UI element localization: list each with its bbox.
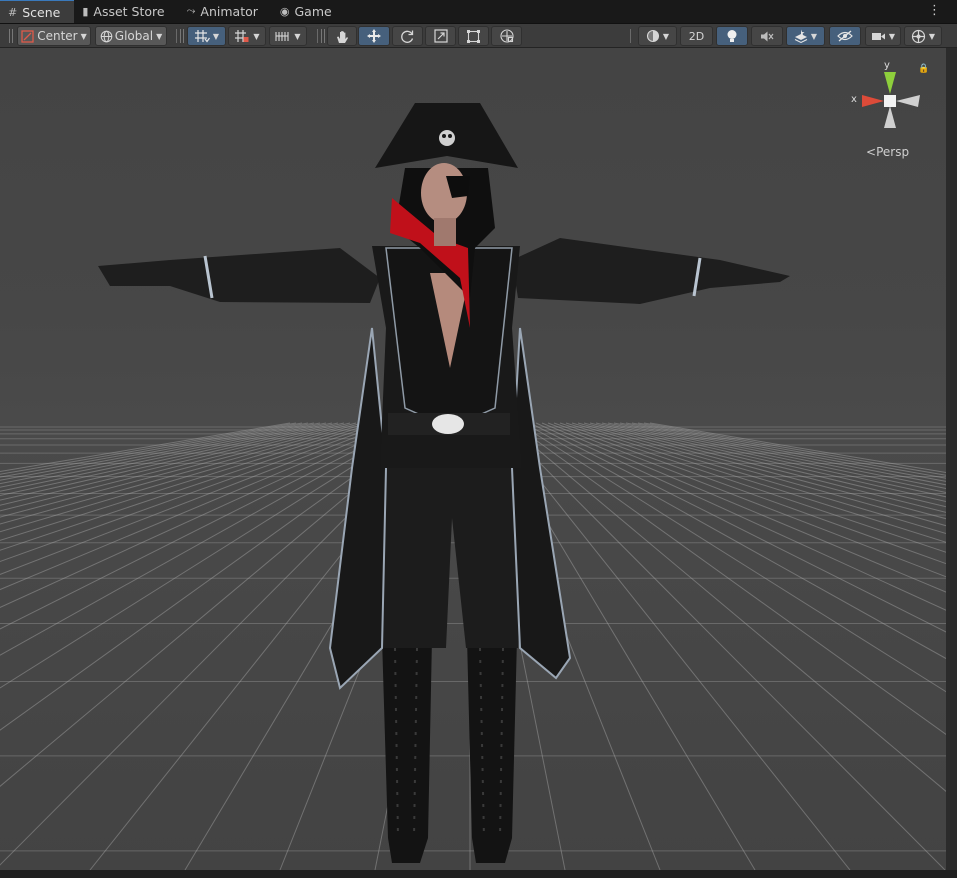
status-strip <box>0 870 957 878</box>
chevron-down-icon: ▼ <box>810 31 818 41</box>
tab-asset-store[interactable]: ▮ Asset Store <box>74 0 178 23</box>
space-mode-label: Global <box>114 29 154 43</box>
hand-icon <box>336 30 348 43</box>
speaker-muted-icon <box>761 31 774 41</box>
animator-icon: ⤳ <box>186 4 196 17</box>
toolbar-grip[interactable] <box>9 29 13 43</box>
2d-mode-toggle[interactable]: 2D <box>680 26 713 46</box>
tab-game[interactable]: ◉ Game <box>272 0 346 23</box>
ruler-snap-icon <box>275 32 289 41</box>
perspective-icon: < <box>866 145 877 159</box>
rotate-tool-button[interactable] <box>392 26 423 46</box>
tab-animator[interactable]: ⤳ Animator <box>179 0 272 23</box>
gizmo-globe-icon <box>911 29 926 43</box>
move-tool-button[interactable] <box>358 26 390 46</box>
globe-icon <box>100 30 113 42</box>
gizmos-dropdown[interactable]: ▼ <box>904 26 942 46</box>
scene-camera-dropdown[interactable]: ▼ <box>865 26 901 46</box>
camera-icon <box>871 32 885 40</box>
transform-tool-button[interactable] <box>491 26 522 46</box>
2d-mode-label: 2D <box>688 29 705 43</box>
tab-label: Scene <box>22 4 61 20</box>
chevron-down-icon: ▼ <box>662 31 670 41</box>
projection-label: Persp <box>876 145 910 159</box>
chevron-down-icon: ▼ <box>294 31 301 41</box>
scene-toolbar: Center ▼ Global ▼ ▼ ▼ ▼ ▼ 2D ▼ ▼ ▼ <box>0 24 957 48</box>
chevron-down-icon: ▼ <box>253 31 260 41</box>
tab-label: Animator <box>200 3 258 19</box>
chevron-down-icon: ▼ <box>888 31 896 41</box>
orientation-gizmo[interactable]: y x <box>848 58 928 148</box>
gamepad-icon: ◉ <box>279 4 290 18</box>
scale-icon <box>433 29 448 43</box>
gizmo-axis-x-label[interactable]: x <box>851 94 857 105</box>
chevron-down-icon: ▼ <box>80 31 87 41</box>
toolbar-divider <box>317 29 318 43</box>
tab-scene[interactable]: # Scene <box>0 0 75 23</box>
snap-grid-icon <box>235 30 249 42</box>
increment-snap-dropdown[interactable]: ▼ <box>269 26 307 46</box>
toolbar-divider <box>176 29 177 43</box>
shading-sphere-icon <box>646 29 659 43</box>
lightbulb-icon <box>727 29 737 42</box>
character-model[interactable] <box>0 48 946 870</box>
toolbar-grip[interactable] <box>180 29 184 43</box>
audio-toggle[interactable] <box>751 26 783 46</box>
grid-snap-icon <box>194 30 210 43</box>
chevron-down-icon: ▼ <box>212 31 220 41</box>
lock-icon[interactable]: 🔒 <box>918 64 929 74</box>
eye-hidden-icon <box>837 30 853 42</box>
chevron-down-icon: ▼ <box>928 31 936 41</box>
toolbar-grip[interactable] <box>321 29 325 43</box>
gizmo-axis-y-label[interactable]: y <box>884 60 890 71</box>
snap-increment-toggle[interactable]: ▼ <box>228 26 266 46</box>
store-bag-icon: ▮ <box>82 4 89 18</box>
scene-visibility-toggle[interactable] <box>829 26 861 46</box>
grid-icon: # <box>8 5 18 19</box>
layers-effects-icon <box>794 29 808 43</box>
tab-label: Game <box>294 3 332 19</box>
transform-combined-icon <box>499 29 514 43</box>
rect-transform-icon <box>467 29 480 43</box>
tab-label: Asset Store <box>93 3 165 19</box>
window-tab-bar: # Scene ▮ Asset Store ⤳ Animator ◉ Game … <box>0 0 957 24</box>
pivot-mode-dropdown[interactable]: Center ▼ <box>17 26 91 46</box>
scene-viewport[interactable] <box>0 48 946 870</box>
pivot-icon <box>21 29 34 43</box>
lighting-toggle[interactable] <box>716 26 748 46</box>
rotate-icon <box>401 30 414 43</box>
move-arrows-icon <box>367 29 381 43</box>
effects-dropdown[interactable]: ▼ <box>786 26 825 46</box>
grid-visibility-toggle[interactable]: ▼ <box>187 26 226 46</box>
chevron-down-icon: ▼ <box>156 31 163 41</box>
hand-tool-button[interactable] <box>327 26 357 46</box>
pivot-mode-label: Center <box>37 29 78 43</box>
toolbar-divider <box>630 29 631 43</box>
scale-tool-button[interactable] <box>425 26 456 46</box>
viewport-side-strip <box>946 48 957 870</box>
projection-toggle[interactable]: <Persp <box>866 145 909 159</box>
space-mode-dropdown[interactable]: Global ▼ <box>95 26 167 46</box>
draw-mode-dropdown[interactable]: ▼ <box>638 26 677 46</box>
more-options-icon[interactable]: ⋮ <box>928 4 941 17</box>
rect-tool-button[interactable] <box>458 26 489 46</box>
